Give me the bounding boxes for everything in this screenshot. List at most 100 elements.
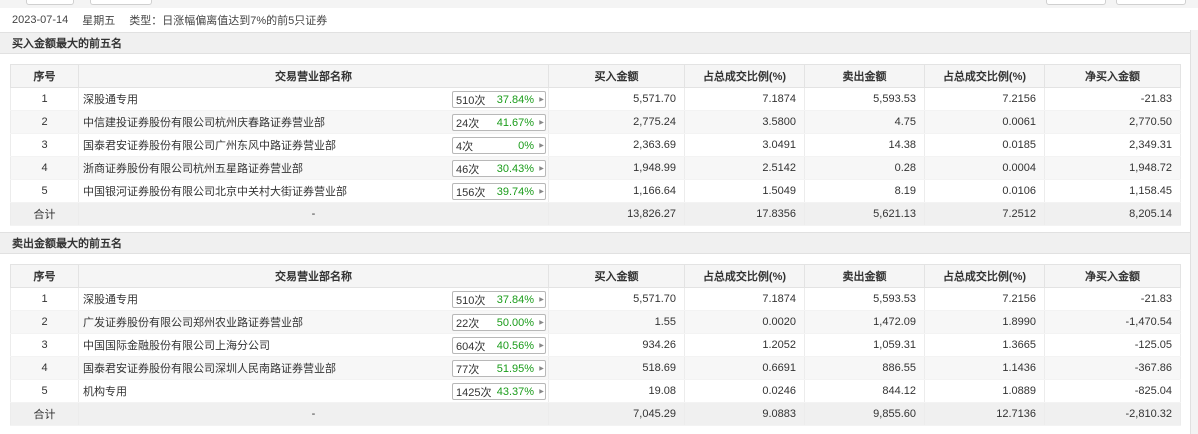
broker-stats-badge[interactable]: 46次 30.43% ▶	[452, 160, 546, 177]
column-header[interactable]: 买入金额	[548, 264, 685, 288]
expand-arrow-icon[interactable]: ▶	[538, 296, 545, 303]
broker-name[interactable]: 国泰君安证券股份有限公司广州东风中路证券营业部	[83, 140, 336, 152]
sell-pct-cell: 0.0004	[924, 156, 1045, 180]
buy-pct-cell: 1.5049	[684, 179, 805, 203]
broker-stats-badge[interactable]: 510次 37.84% ▶	[452, 91, 546, 108]
broker-stats-badge[interactable]: 604次 40.56% ▶	[452, 337, 546, 354]
net-cell: -825.04	[1044, 379, 1181, 403]
row-index: 4	[10, 156, 79, 180]
broker-name[interactable]: 中国国际金融股份有限公司上海分公司	[83, 340, 270, 352]
expand-arrow-icon[interactable]: ▶	[538, 165, 545, 172]
row-index: 5	[10, 379, 79, 403]
listing-count: 22次	[456, 317, 480, 330]
buy-cell: 2,775.24	[548, 110, 685, 134]
buy-pct-cell: 2.5142	[684, 156, 805, 180]
column-header[interactable]: 占总成交比例(%)	[924, 264, 1045, 288]
buy-pct-cell: 0.0020	[684, 310, 805, 334]
sell-cell: 4.75	[804, 110, 925, 134]
column-header[interactable]: 净买入金额	[1044, 64, 1181, 88]
sell-section-title: 卖出金额最大的前五名	[0, 232, 1190, 254]
broker-name[interactable]: 中国银河证券股份有限公司北京中关村大街证券营业部	[83, 186, 347, 198]
row-index: 4	[10, 356, 79, 380]
top-tab-strip	[0, 0, 1198, 8]
column-header[interactable]: 买入金额	[548, 64, 685, 88]
table-header-row: 序号 交易营业部名称 买入金额 占总成交比例(%) 卖出金额 占总成交比例(%) 净买入金额	[10, 64, 1181, 88]
column-header[interactable]: 序号	[10, 64, 79, 88]
win-rate: 41.67%	[496, 116, 535, 129]
row-index: 3	[10, 133, 79, 157]
net-cell: -125.05	[1044, 333, 1181, 357]
expand-arrow-icon[interactable]: ▶	[538, 142, 545, 149]
expand-arrow-icon[interactable]: ▶	[538, 319, 545, 326]
expand-arrow-icon[interactable]: ▶	[538, 388, 545, 395]
broker-name-cell: 国泰君安证券股份有限公司深圳人民南路证券营业部 77次 51.95% ▶	[78, 356, 549, 380]
win-rate: 50.00%	[496, 316, 535, 329]
net-cell: -21.83	[1044, 287, 1181, 311]
broker-stats-badge[interactable]: 156次 39.74% ▶	[452, 183, 546, 200]
column-header[interactable]: 交易营业部名称	[78, 264, 549, 288]
expand-arrow-icon[interactable]: ▶	[538, 119, 545, 126]
column-header[interactable]: 占总成交比例(%)	[684, 264, 805, 288]
expand-arrow-icon[interactable]: ▶	[538, 188, 545, 195]
broker-name[interactable]: 广发证券股份有限公司郑州农业路证券营业部	[83, 317, 303, 329]
broker-name[interactable]: 国泰君安证券股份有限公司深圳人民南路证券营业部	[83, 363, 336, 375]
broker-name[interactable]: 机构专用	[83, 386, 127, 398]
column-header[interactable]: 卖出金额	[804, 64, 925, 88]
sell-cell: 5,593.53	[804, 287, 925, 311]
sell-top5-table: 序号 交易营业部名称 买入金额 占总成交比例(%) 卖出金额 占总成交比例(%) 净买入金额…	[10, 264, 1181, 426]
info-bar: 2023-07-14 星期五 类型：日涨幅偏离值达到7%的前5只证券	[0, 10, 1198, 30]
broker-name-cell: 中国国际金融股份有限公司上海分公司 604次 40.56% ▶	[78, 333, 549, 357]
top-tab-stub[interactable]	[26, 0, 74, 5]
row-index: 1	[10, 287, 79, 311]
buy-pct-cell: 1.2052	[684, 333, 805, 357]
total-row: 合计 -13,826.27 17.8356 5,621.13 7.2512 8,205.1…	[10, 202, 1181, 226]
net-cell: 1,158.45	[1044, 179, 1181, 203]
row-index: 3	[10, 333, 79, 357]
table-row: 1 深股通专用 510次 37.84% ▶ 5,571.70 7.1874 5,593.53 7…	[10, 87, 1181, 111]
top-tab-stub[interactable]	[90, 0, 152, 5]
broker-name[interactable]: 中信建投证券股份有限公司杭州庆春路证券营业部	[83, 117, 325, 129]
win-rate: 0%	[518, 139, 534, 152]
broker-stats-badge[interactable]: 1425次 43.37% ▶	[452, 383, 546, 400]
buy-cell: 1,948.99	[548, 156, 685, 180]
broker-name-cell: 中信建投证券股份有限公司杭州庆春路证券营业部 24次 41.67% ▶	[78, 110, 549, 134]
expand-arrow-icon[interactable]: ▶	[538, 365, 545, 372]
sell-cell: 8.19	[804, 179, 925, 203]
broker-stats-badge[interactable]: 4次 0% ▶	[452, 137, 546, 154]
top-tab-stub[interactable]	[1116, 0, 1186, 5]
column-header[interactable]: 占总成交比例(%)	[924, 64, 1045, 88]
broker-stats-badge[interactable]: 22次 50.00% ▶	[452, 314, 546, 331]
total-buy-pct: 9.0883	[684, 402, 805, 426]
buy-cell: 19.08	[548, 379, 685, 403]
total-buy: 7,045.29	[548, 402, 685, 426]
table-row: 4 浙商证券股份有限公司杭州五星路证券营业部 46次 30.43% ▶ 1,948.99 2…	[10, 156, 1181, 180]
listing-count: 4次	[456, 140, 474, 153]
broker-name[interactable]: 浙商证券股份有限公司杭州五星路证券营业部	[83, 163, 303, 175]
buy-pct-cell: 7.1874	[684, 87, 805, 111]
broker-stats-badge[interactable]: 77次 51.95% ▶	[452, 360, 546, 377]
scrollbar-track[interactable]	[1190, 30, 1198, 434]
broker-stats-badge[interactable]: 24次 41.67% ▶	[452, 114, 546, 131]
broker-name-cell: 深股通专用 510次 37.84% ▶	[78, 87, 549, 111]
column-header[interactable]: 卖出金额	[804, 264, 925, 288]
broker-stats-badge[interactable]: 510次 37.84% ▶	[452, 291, 546, 308]
sell-pct-cell: 7.2156	[924, 87, 1045, 111]
broker-name[interactable]: 深股通专用	[83, 294, 138, 306]
listing-count: 1425次	[456, 386, 492, 399]
buy-cell: 1.55	[548, 310, 685, 334]
buy-cell: 1,166.64	[548, 179, 685, 203]
buy-cell: 5,571.70	[548, 287, 685, 311]
weekday: 星期五	[82, 15, 116, 27]
column-header[interactable]: 占总成交比例(%)	[684, 64, 805, 88]
table-row: 2 广发证券股份有限公司郑州农业路证券营业部 22次 50.00% ▶ 1.55 0.002…	[10, 310, 1181, 334]
column-header[interactable]: 交易营业部名称	[78, 64, 549, 88]
column-header[interactable]: 序号	[10, 264, 79, 288]
broker-name-cell: 深股通专用 510次 37.84% ▶	[78, 287, 549, 311]
column-header[interactable]: 净买入金额	[1044, 264, 1181, 288]
expand-arrow-icon[interactable]: ▶	[538, 342, 545, 349]
broker-name[interactable]: 深股通专用	[83, 94, 138, 106]
listing-count: 604次	[456, 340, 486, 353]
type-value: 日涨幅偏离值达到7%的前5只证券	[162, 15, 328, 27]
expand-arrow-icon[interactable]: ▶	[538, 96, 545, 103]
top-tab-stub[interactable]	[1046, 0, 1106, 5]
